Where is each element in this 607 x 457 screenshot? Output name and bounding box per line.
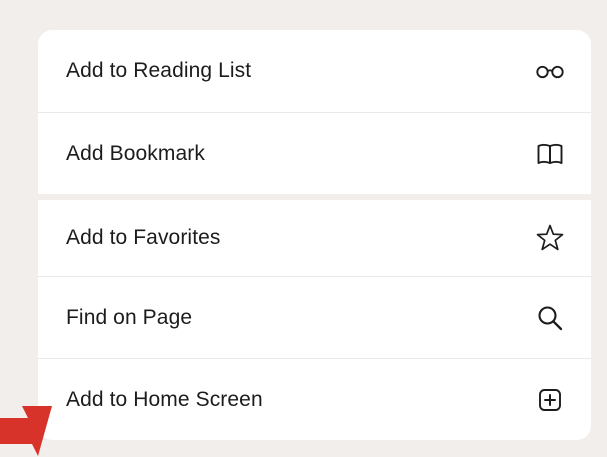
menu-item-find-on-page[interactable]: Find on Page	[38, 276, 591, 358]
menu-item-label: Find on Page	[66, 305, 193, 329]
menu-item-add-to-reading-list[interactable]: Add to Reading List	[38, 30, 591, 112]
menu-item-label: Add to Home Screen	[66, 387, 263, 411]
magnifier-icon	[533, 301, 567, 335]
menu-item-label: Add Bookmark	[66, 141, 205, 165]
menu-item-add-to-favorites[interactable]: Add to Favorites	[38, 194, 591, 276]
screen: Add to Reading List Add Bookmark Add to …	[0, 0, 607, 457]
star-icon	[533, 221, 567, 255]
menu-item-label: Add to Favorites	[66, 226, 221, 249]
menu-item-add-bookmark[interactable]: Add Bookmark	[38, 112, 591, 194]
share-menu: Add to Reading List Add Bookmark Add to …	[38, 30, 591, 440]
reading-glasses-icon	[533, 54, 567, 88]
open-book-icon	[533, 137, 567, 171]
menu-item-label: Add to Reading List	[66, 59, 252, 82]
pointer-arrow-icon	[0, 406, 52, 456]
plus-square-icon	[533, 383, 567, 417]
menu-list: Add to Reading List Add Bookmark Add to …	[38, 30, 591, 440]
menu-item-add-to-home-screen[interactable]: Add to Home Screen	[38, 358, 591, 440]
